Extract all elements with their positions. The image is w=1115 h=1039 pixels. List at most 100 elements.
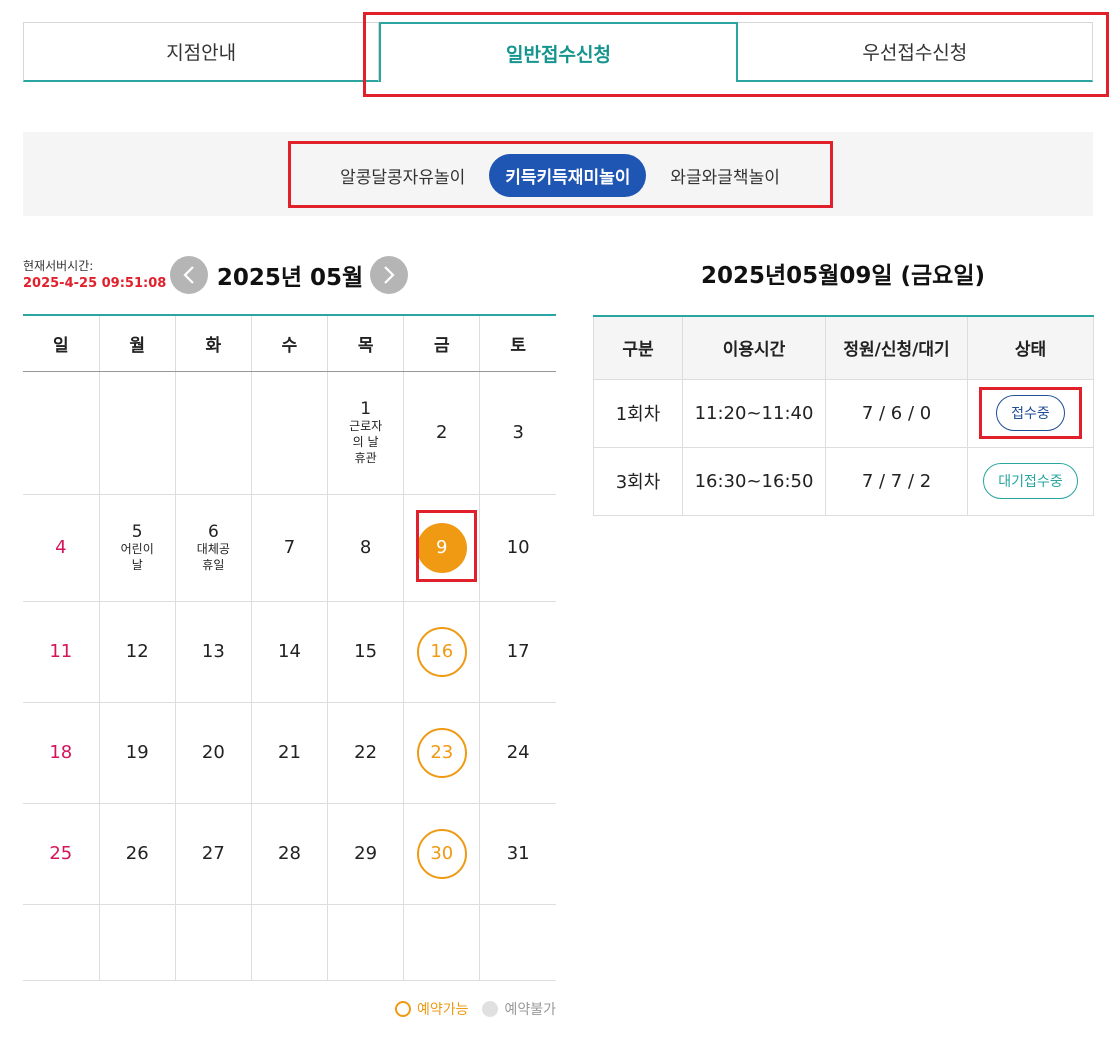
calendar-day-10: 10 (479, 494, 556, 602)
session-table: 구분 이용시간 정원/신청/대기 상태 1회차 11:20~11:40 7 / … (593, 315, 1094, 516)
session-counts: 7 / 6 / 0 (825, 378, 968, 448)
calendar-week (23, 904, 556, 981)
calendar-day-14: 14 (251, 601, 329, 703)
holiday-note: 의 날 (352, 434, 379, 449)
calendar-week: 11 12 13 14 15 16 17 (23, 601, 556, 703)
calendar-day-23: 23 (403, 702, 481, 804)
available-day-button[interactable]: 16 (416, 626, 467, 677)
weekday-row: 일 월 화 수 목 금 토 (23, 315, 556, 372)
program-tab-free-play[interactable]: 알콩달콩자유놀이 (324, 154, 481, 197)
calendar-day-21: 21 (251, 702, 329, 804)
prev-month-button[interactable] (170, 256, 208, 294)
holiday-note: 대체공 (196, 541, 230, 556)
weekday-sat: 토 (479, 315, 556, 372)
selected-day-button[interactable]: 9 (416, 522, 467, 573)
calendar-day-20: 20 (175, 702, 252, 804)
calendar-day-5: 5 어린이 날 (99, 494, 176, 602)
calendar-day-4: 4 (23, 494, 100, 602)
calendar-day-9: 9 (403, 494, 481, 602)
calendar-day-13: 13 (175, 601, 252, 703)
calendar-day-empty (403, 904, 481, 981)
calendar-day-30: 30 (403, 803, 481, 905)
calendar-day-7: 7 (251, 494, 329, 602)
table-row: 1회차 11:20~11:40 7 / 6 / 0 접수중 (593, 378, 1094, 448)
calendar-day-empty (175, 904, 252, 981)
session-status-cell: 접수중 (967, 378, 1094, 448)
weekday-thu: 목 (327, 315, 405, 372)
calendar-day-12: 12 (99, 601, 176, 703)
table-row: 3회차 16:30~16:50 7 / 7 / 2 대기접수중 (593, 446, 1094, 516)
calendar-day-27: 27 (175, 803, 252, 905)
server-time-value: 2025-4-25 09:51:08 (23, 276, 167, 291)
calendar-day-8: 8 (327, 494, 405, 602)
available-day-button[interactable]: 23 (416, 727, 467, 778)
legend-available: 예약가능 (416, 1002, 469, 1018)
calendar-day-24: 24 (479, 702, 556, 804)
available-day-button[interactable]: 30 (416, 828, 467, 879)
calendar-day-28: 28 (251, 803, 329, 905)
apply-button[interactable]: 접수중 (996, 395, 1065, 431)
calendar-day-6: 6 대체공 휴일 (175, 494, 252, 602)
legend-unavailable: 예약불가 (504, 1002, 556, 1018)
calendar-day-2: 2 (403, 371, 481, 495)
day-number: 6 (207, 521, 219, 542)
calendar-day-empty (251, 371, 329, 495)
calendar-day-17: 17 (479, 601, 556, 703)
calendar-day-empty (23, 904, 100, 981)
calendar-day-26: 26 (99, 803, 176, 905)
unavailable-dot-icon (482, 1001, 499, 1017)
calendar-week: 4 5 어린이 날 6 대체공 휴일 7 8 9 10 (23, 494, 556, 602)
calendar-day-empty (175, 371, 252, 495)
col-header-counts: 정원/신청/대기 (825, 316, 968, 380)
calendar-day-empty (327, 904, 405, 981)
program-tab-book-play[interactable]: 와글와글책놀이 (654, 154, 795, 197)
calendar-day-15: 15 (327, 601, 405, 703)
calendar-legend: 예약가능 예약불가 (394, 999, 556, 1019)
calendar-day-empty (99, 371, 176, 495)
session-time: 16:30~16:50 (682, 446, 826, 516)
holiday-note: 휴관 (354, 450, 377, 465)
day-number: 5 (131, 521, 143, 542)
calendar-week: 25 26 27 28 29 30 31 (23, 803, 556, 905)
session-counts: 7 / 7 / 2 (825, 446, 968, 516)
month-title: 2025년 05월 (216, 265, 364, 291)
calendar-day-29: 29 (327, 803, 405, 905)
calendar-day-19: 19 (99, 702, 176, 804)
calendar: 일 월 화 수 목 금 토 1 근로자 의 날 휴관 2 3 4 5 어린이 날… (23, 314, 556, 981)
chevron-left-icon (183, 266, 194, 284)
calendar-day-empty (23, 371, 100, 495)
calendar-day-11: 11 (23, 601, 100, 703)
calendar-week: 18 19 20 21 22 23 24 (23, 702, 556, 804)
weekday-fri: 금 (403, 315, 481, 372)
holiday-note: 날 (131, 557, 143, 572)
calendar-day-16: 16 (403, 601, 481, 703)
holiday-note: 근로자 (349, 418, 383, 433)
day-number: 1 (360, 398, 372, 419)
main-tabs: 지점안내 일반접수신청 우선접수신청 (23, 22, 1093, 82)
server-time: 현재서버시간: 2025-4-25 09:51:08 (23, 257, 166, 293)
program-tab-fun-play[interactable]: 키득키득재미놀이 (489, 153, 647, 197)
col-header-status: 상태 (967, 316, 1094, 380)
tab-priority-application[interactable]: 우선접수신청 (737, 22, 1093, 82)
col-header-time: 이용시간 (682, 316, 826, 380)
calendar-week: 1 근로자 의 날 휴관 2 3 (23, 371, 556, 495)
waitlist-button[interactable]: 대기접수중 (983, 463, 1078, 499)
tab-general-application[interactable]: 일반접수신청 (379, 22, 738, 82)
weekday-sun: 일 (23, 315, 100, 372)
weekday-mon: 월 (99, 315, 176, 372)
session-label: 1회차 (593, 378, 683, 448)
calendar-day-empty (479, 904, 556, 981)
holiday-note: 어린이 (120, 541, 154, 556)
program-tabs: 알콩달콩자유놀이 키득키득재미놀이 와글와글책놀이 (290, 143, 830, 207)
server-time-label: 현재서버시간: (23, 259, 94, 273)
selected-date-title: 2025년05월09일 (금요일) (700, 263, 986, 289)
tab-branch-info[interactable]: 지점안내 (23, 22, 380, 82)
session-table-header: 구분 이용시간 정원/신청/대기 상태 (593, 316, 1094, 380)
available-dot-icon (394, 1001, 411, 1017)
chevron-right-icon (384, 266, 395, 284)
session-label: 3회차 (593, 446, 683, 516)
next-month-button[interactable] (370, 256, 408, 294)
calendar-day-22: 22 (327, 702, 405, 804)
calendar-day-empty (99, 904, 176, 981)
weekday-tue: 화 (175, 315, 252, 372)
